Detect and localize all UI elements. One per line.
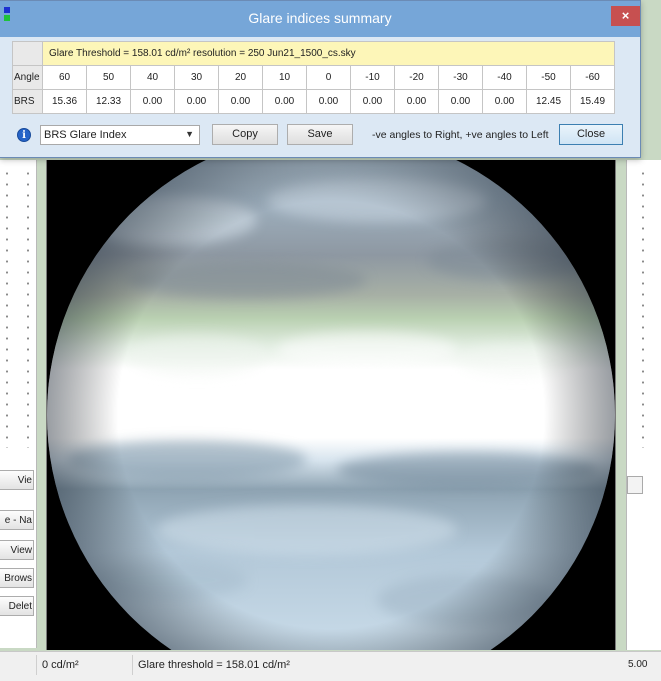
left-panel: Vie e - Na View Brows Delet (0, 160, 37, 648)
min-luminance-readout: 0 cd/m² (42, 659, 79, 671)
brs-cell: 0.00 (350, 89, 395, 114)
angle-cell: -60 (570, 65, 615, 90)
copy-button[interactable]: Copy (212, 124, 278, 145)
delete-button[interactable]: Delet (0, 596, 34, 616)
browse-button[interactable]: Brows (0, 568, 34, 588)
angle-row: Angle 60 50 40 30 20 10 0 -10 -20 -30 -4… (12, 65, 615, 90)
brs-cell: 15.49 (570, 89, 615, 114)
dialog-title: Glare indices summary (248, 10, 392, 26)
name-button[interactable]: e - Na (0, 510, 34, 530)
brs-cell: 0.00 (306, 89, 351, 114)
angle-cell: 60 (42, 65, 87, 90)
scale-max-readout: 5.00 (628, 659, 648, 670)
angle-row-label: Angle (12, 65, 43, 90)
right-panel (626, 160, 661, 650)
glare-summary-dialog: Glare indices summary × Glare Threshold … (0, 0, 641, 158)
fisheye-viewport[interactable] (46, 160, 616, 650)
status-separator (132, 655, 133, 675)
angle-cell: 20 (218, 65, 263, 90)
glare-index-select-value: BRS Glare Index (44, 129, 127, 141)
glare-threshold-readout: Glare threshold = 158.01 cd/m² (138, 659, 290, 671)
view-button[interactable]: View (0, 540, 34, 560)
angle-cell: -50 (526, 65, 571, 90)
fisheye-sky-image (47, 160, 615, 650)
scroll-button[interactable] (627, 476, 643, 494)
corner-cell (12, 41, 43, 66)
angle-direction-hint: -ve angles to Right, +ve angles to Left (372, 129, 549, 141)
dot-grid (639, 168, 647, 448)
angle-cell: -20 (394, 65, 439, 90)
dialog-title-bar[interactable]: Glare indices summary × (0, 1, 640, 37)
brs-row-label: BRS (12, 89, 43, 114)
brs-cell: 12.33 (86, 89, 131, 114)
status-separator (36, 655, 37, 675)
table-info-row: Glare Threshold = 158.01 cd/m² resolutio… (12, 41, 615, 66)
save-button[interactable]: Save (287, 124, 353, 145)
angle-cell: -10 (350, 65, 395, 90)
angle-cell: -30 (438, 65, 483, 90)
window-close-button[interactable]: × (611, 6, 640, 26)
brs-cell: 0.00 (130, 89, 175, 114)
glare-index-select[interactable]: BRS Glare Index ▼ (40, 125, 200, 145)
angle-cell: 50 (86, 65, 131, 90)
threshold-info: Glare Threshold = 158.01 cd/m² resolutio… (42, 41, 615, 66)
brs-cell: 0.00 (394, 89, 439, 114)
angle-cell: -40 (482, 65, 527, 90)
status-bar: 0 cd/m² Glare threshold = 158.01 cd/m² 5… (0, 651, 661, 681)
brs-cell: 0.00 (438, 89, 483, 114)
brs-row: BRS 15.36 12.33 0.00 0.00 0.00 0.00 0.00… (12, 89, 615, 114)
brs-cell: 0.00 (218, 89, 263, 114)
brs-cell: 0.00 (482, 89, 527, 114)
brs-cell: 15.36 (42, 89, 87, 114)
glare-index-table: Glare Threshold = 158.01 cd/m² resolutio… (12, 41, 615, 114)
angle-cell: 30 (174, 65, 219, 90)
brs-cell: 12.45 (526, 89, 571, 114)
brs-cell: 0.00 (174, 89, 219, 114)
dot-grid (24, 168, 32, 448)
brs-cell: 0.00 (262, 89, 307, 114)
dot-grid (3, 168, 11, 448)
chevron-down-icon: ▼ (185, 129, 194, 139)
close-button[interactable]: Close (559, 124, 623, 145)
angle-cell: 40 (130, 65, 175, 90)
view-button[interactable]: Vie (0, 470, 34, 490)
angle-cell: 0 (306, 65, 351, 90)
info-icon[interactable]: i (17, 128, 31, 142)
angle-cell: 10 (262, 65, 307, 90)
